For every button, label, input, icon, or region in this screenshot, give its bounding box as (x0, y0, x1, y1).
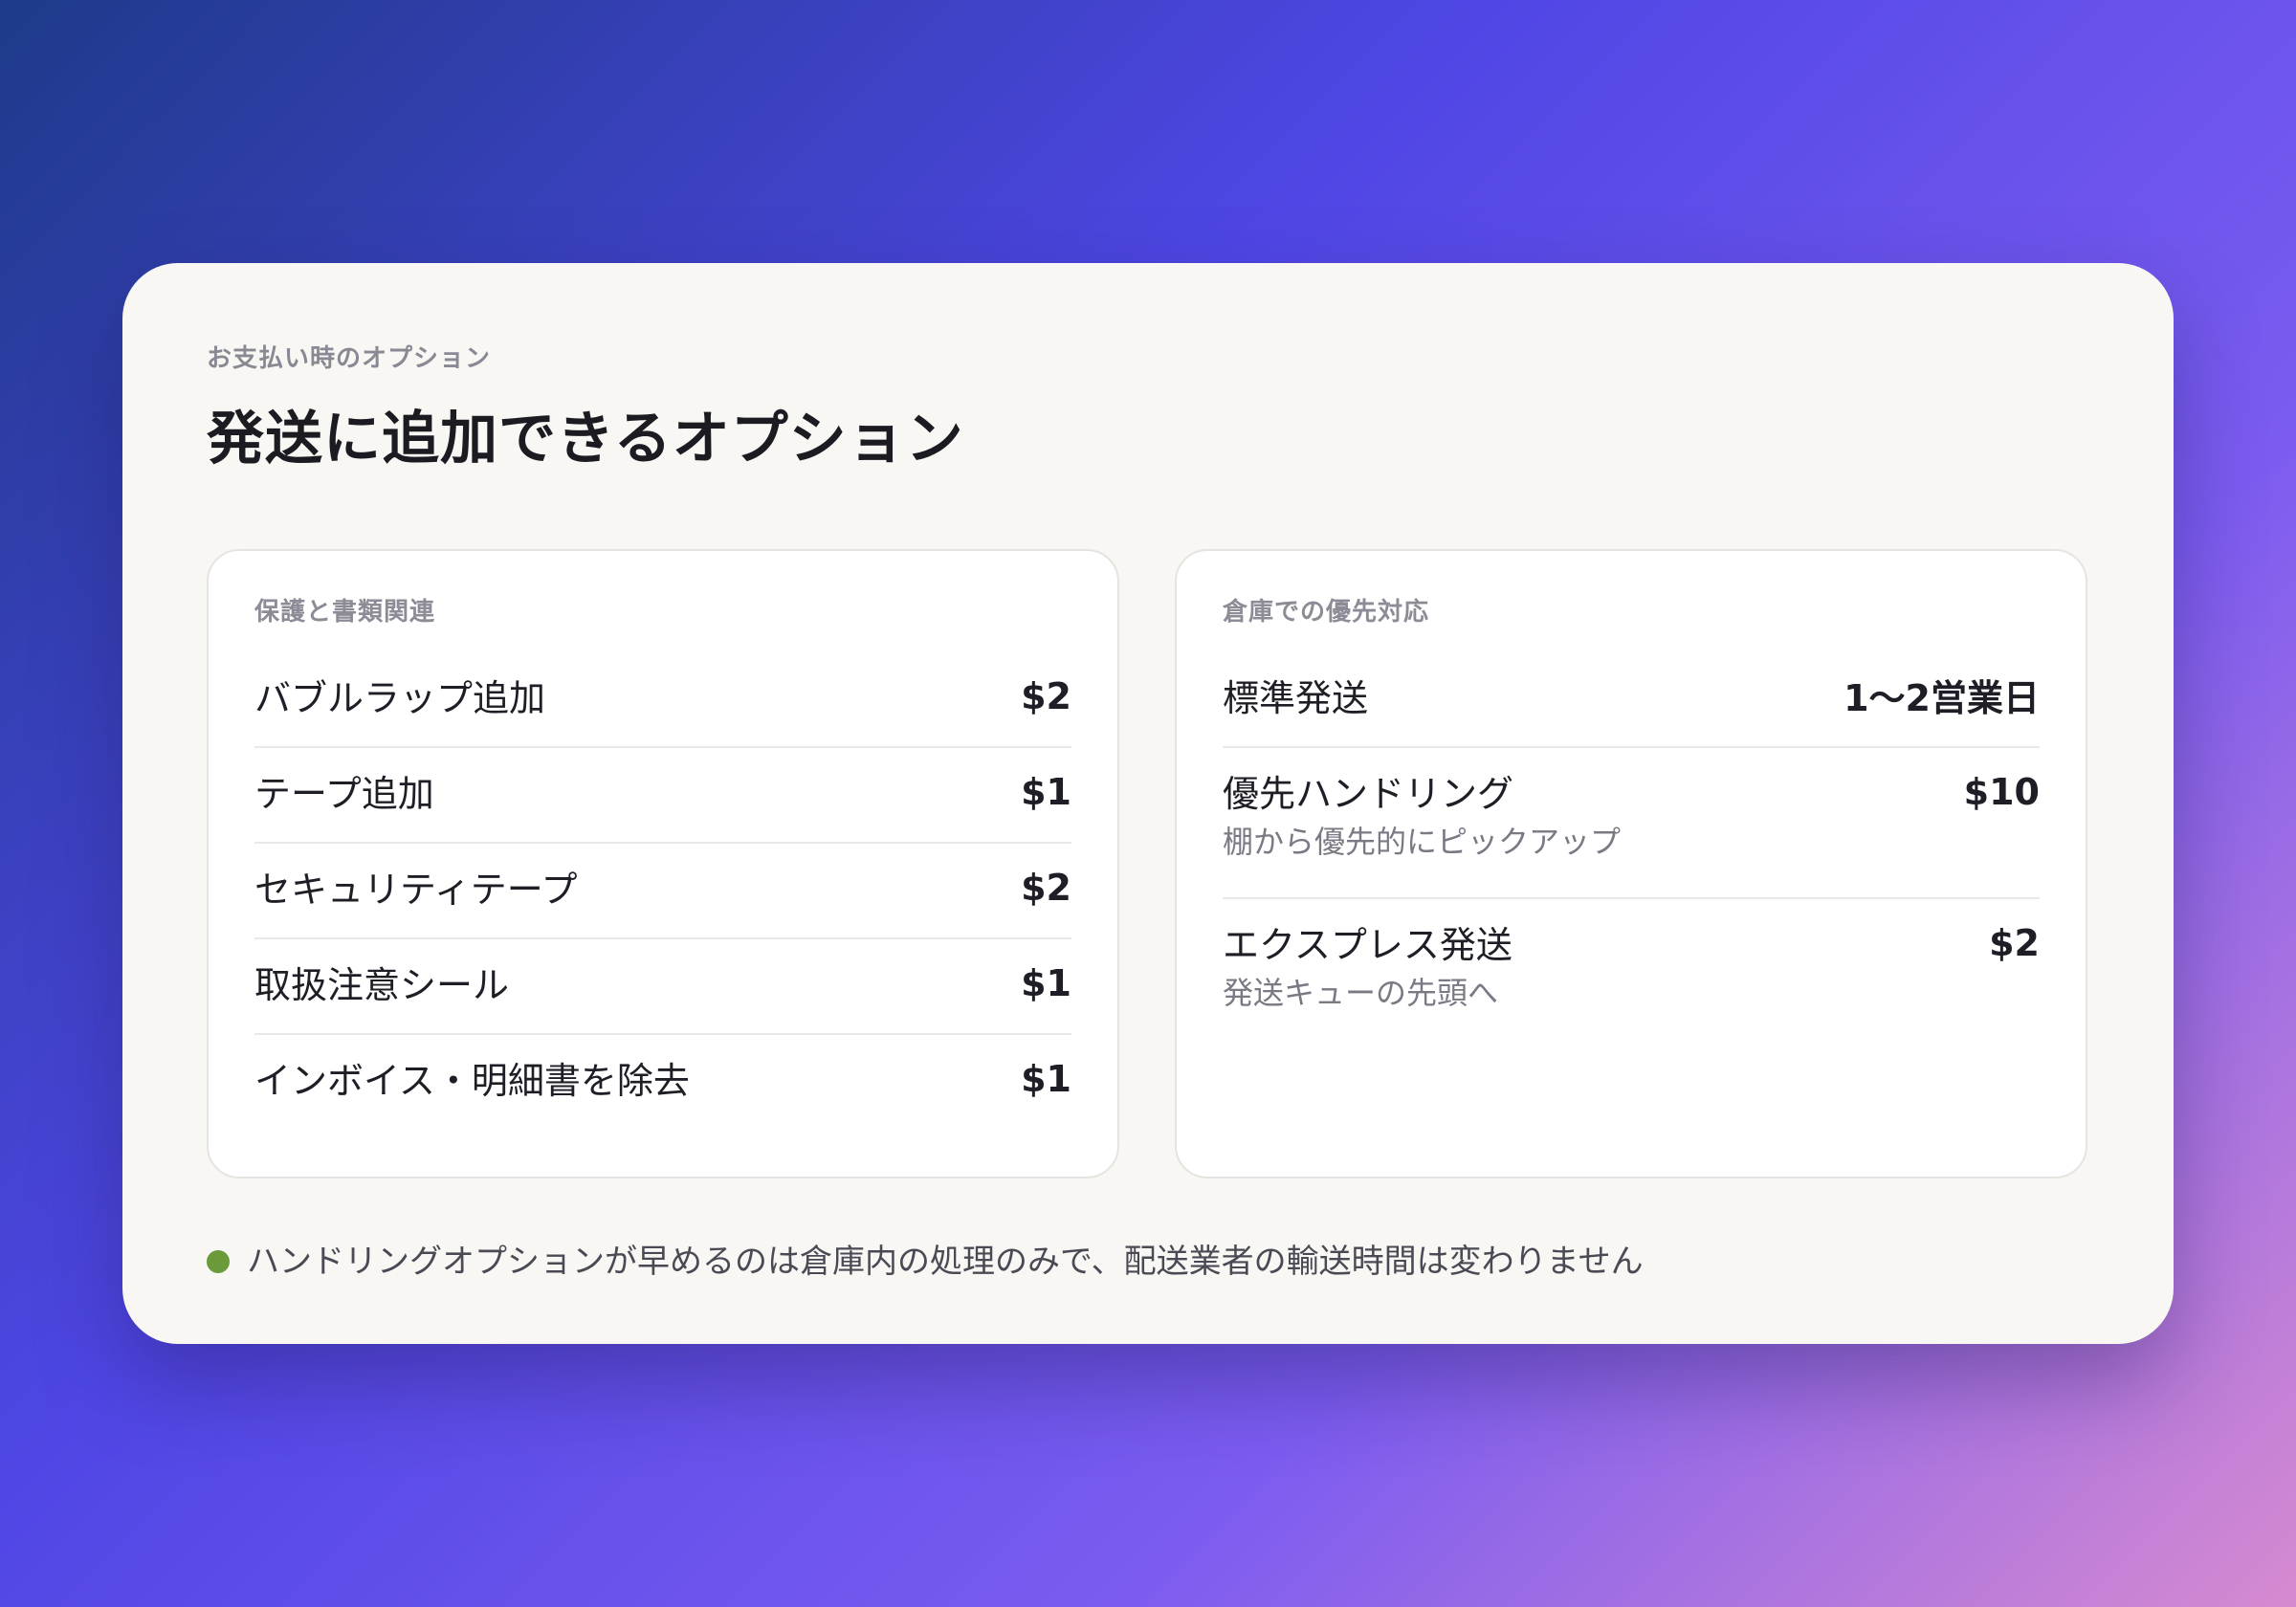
option-price: $1 (1021, 771, 1071, 813)
option-row-express-shipping[interactable]: エクスプレス発送 発送キューの先頭へ $2 (1223, 899, 2040, 1050)
option-price: $2 (1021, 867, 1071, 909)
option-row-fragile-sticker[interactable]: 取扱注意シール $1 (254, 939, 1071, 1035)
option-name: テープ追加 (254, 773, 434, 815)
eyebrow-label: お支払い時のオプション (207, 344, 492, 373)
option-price: $10 (1963, 771, 2040, 813)
option-row-remove-invoice[interactable]: インボイス・明細書を除去 $1 (254, 1035, 1071, 1131)
option-description: 棚から優先的にピックアップ (1223, 824, 1622, 860)
option-name: 優先ハンドリング (1223, 773, 1514, 815)
option-text-group: 優先ハンドリング 棚から優先的にピックアップ (1223, 769, 1621, 863)
protection-list: バブルラップ追加 $2 テープ追加 $1 セキュリティテープ $2 取扱注意シー… (254, 652, 1071, 1131)
status-dot-icon (207, 1250, 230, 1273)
options-panels: 保護と書類関連 バブルラップ追加 $2 テープ追加 $1 セキュリティテープ $… (207, 549, 2089, 1178)
footer-note: ハンドリングオプションが早めるのは倉庫内の処理のみで、配送業者の輸送時間は変わり… (207, 1238, 2089, 1286)
option-name: 取扱注意シール (254, 964, 510, 1006)
option-text-group: エクスプレス発送 発送キューの先頭へ (1223, 920, 1512, 1014)
priority-list: 標準発送 1〜2営業日 優先ハンドリング 棚から優先的にピックアップ $10 エ… (1223, 652, 2040, 1050)
option-row-security-tape[interactable]: セキュリティテープ $2 (254, 844, 1071, 939)
option-price: $2 (1021, 675, 1071, 717)
priority-panel: 倉庫での優先対応 標準発送 1〜2営業日 優先ハンドリング 棚から優先的にピック… (1175, 549, 2087, 1178)
page-title: 発送に追加できるオプション (207, 406, 964, 473)
option-name: セキュリティテープ (254, 869, 578, 911)
footer-note-text: ハンドリングオプションが早めるのは倉庫内の処理のみで、配送業者の輸送時間は変わり… (247, 1243, 1644, 1281)
protection-panel: 保護と書類関連 バブルラップ追加 $2 テープ追加 $1 セキュリティテープ $… (207, 549, 1119, 1178)
option-row-extra-tape[interactable]: テープ追加 $1 (254, 748, 1071, 844)
option-row-priority-handling[interactable]: 優先ハンドリング 棚から優先的にピックアップ $10 (1223, 748, 2040, 899)
option-row-bubble-wrap[interactable]: バブルラップ追加 $2 (254, 652, 1071, 748)
option-name: 標準発送 (1223, 677, 1369, 719)
option-name: インボイス・明細書を除去 (254, 1060, 690, 1102)
shipping-options-card: お支払い時のオプション 発送に追加できるオプション 保護と書類関連 バブルラップ… (122, 263, 2174, 1344)
option-price: $1 (1021, 962, 1071, 1004)
option-row-standard-shipping[interactable]: 標準発送 1〜2営業日 (1223, 652, 2040, 748)
option-name: エクスプレス発送 (1223, 924, 1512, 966)
priority-panel-title: 倉庫での優先対応 (1223, 598, 1430, 627)
option-price: 1〜2営業日 (1843, 677, 2040, 719)
option-price: $2 (1989, 922, 2040, 964)
option-description: 発送キューの先頭へ (1223, 975, 1499, 1011)
option-name: バブルラップ追加 (254, 677, 546, 719)
option-price: $1 (1021, 1058, 1071, 1100)
protection-panel-title: 保護と書類関連 (254, 598, 436, 627)
